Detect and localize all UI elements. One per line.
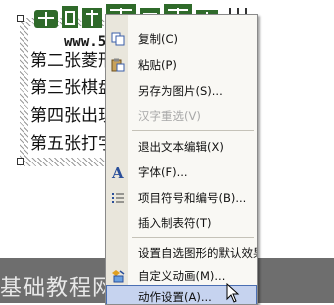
bullets-icon [111, 190, 125, 204]
menu-item-label: 自定义动画(M)... [138, 269, 226, 283]
slide-text-line-4: 第五张打字 [30, 134, 115, 154]
custom-animation-icon [111, 268, 125, 283]
slide-text-line-3: 第四张出现 [30, 106, 115, 126]
mouse-cursor-icon [226, 283, 240, 303]
menu-item-exit-text-edit[interactable]: 退出文本编辑(X) [106, 135, 257, 157]
menu-separator [132, 237, 254, 238]
menu-item-font[interactable]: A 字体(F)... [106, 160, 257, 182]
menu-item-label: 项目符号和编号(B)... [138, 191, 247, 205]
menu-separator [132, 130, 254, 131]
menu-item-copy[interactable]: 复制(C) [106, 27, 257, 49]
menu-item-label: 汉字重选(V) [138, 109, 201, 123]
paste-icon [111, 57, 125, 72]
menu-item-label: 插入制表符(T) [138, 216, 212, 230]
menu-item-bullets-numbering[interactable]: 项目符号和编号(B)... [106, 186, 257, 208]
context-menu: 复制(C) 粘贴(P) 另存为图片(S)... 汉字重选(V) 退出文本编辑(X… [105, 14, 258, 305]
font-icon: A [111, 164, 125, 182]
menu-item-set-autoshape-defaults[interactable]: 设置自选图形的默认效果(D) [106, 241, 257, 263]
menu-item-paste[interactable]: 粘贴(P) [106, 53, 257, 75]
menu-item-label: 字体(F)... [138, 165, 188, 179]
footer-text: 基础教程网 [0, 276, 116, 301]
menu-item-label: 复制(C) [138, 32, 179, 46]
menu-item-label: 设置自选图形的默认效果(D) [138, 246, 257, 260]
copy-icon [111, 31, 125, 46]
menu-item-label: 另存为图片(S)... [138, 84, 223, 98]
svg-text:A: A [111, 165, 124, 179]
menu-item-reconvert: 汉字重选(V) [106, 104, 257, 126]
menu-item-label: 退出文本编辑(X) [138, 140, 224, 154]
resize-handle-bottom-left[interactable] [17, 158, 24, 165]
slide-text-line-2: 第三张棋盘 [30, 78, 115, 98]
menu-item-save-as-picture[interactable]: 另存为图片(S)... [106, 79, 257, 101]
menu-item-label: 粘贴(P) [138, 58, 177, 72]
menu-item-insert-tab[interactable]: 插入制表符(T) [106, 211, 257, 233]
resize-handle-top-left[interactable] [17, 15, 24, 22]
